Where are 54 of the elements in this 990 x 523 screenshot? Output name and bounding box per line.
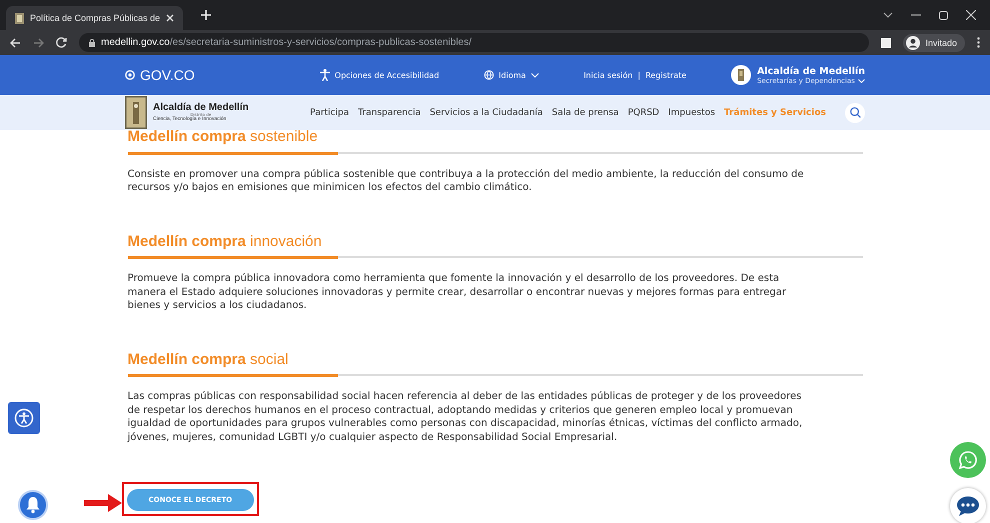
login-link[interactable]: Inicia sesión	[584, 70, 633, 80]
more-icon[interactable]	[977, 37, 980, 48]
chevron-down-icon[interactable]	[883, 12, 893, 18]
nav-link[interactable]: Sala de prensa	[552, 108, 619, 118]
tab-title: Política de Compras Públicas de	[30, 13, 160, 23]
accessibility-icon	[320, 69, 330, 81]
nav-link[interactable]: Participa	[310, 108, 349, 118]
separator-text: |	[638, 70, 640, 80]
nav-link[interactable]: Transparencia	[358, 108, 421, 118]
accessibility-link[interactable]: Opciones de Accesibilidad	[334, 70, 440, 80]
globe-icon	[484, 70, 494, 80]
phone-bubble-icon	[958, 450, 978, 470]
chevron-down-icon	[858, 78, 865, 82]
tower-logo-icon	[125, 96, 147, 129]
section-paragraph: Las compras públicas con responsabilidad social hacen referencia al deber de las entidades públicas de proteger y de los proveedores de respetar los derechos humanos en el proceso contractual, adoptando medidas y criterios que generen empleo local y promuevan igualdad de oportunidades para grupos vulnerables como personas con discapacidad, minorías étnicas, víctimas del conflicto armado, jóvenes, mujeres, comunidad LGBTI y/o cualquier aspecto de Responsabilidad Social Empresarial.	[128, 390, 804, 444]
search-button[interactable]	[845, 102, 865, 122]
section-title: Medellín compra social	[128, 350, 290, 368]
address-field[interactable]: medellin.gov.co/es/secretaria-suministros-y-servicios/compras-publicas-sostenibles/	[79, 33, 870, 52]
side-panel-icon[interactable]	[881, 38, 892, 48]
language-selector[interactable]: Idioma	[498, 70, 526, 80]
section-title: Medellín compra sostenible	[128, 128, 319, 145]
bell-icon	[25, 496, 41, 514]
browser-tab[interactable]: Política de Compras Públicas de	[6, 6, 184, 30]
user-icon	[906, 36, 920, 50]
accessibility-button[interactable]	[8, 402, 40, 434]
org-name: Alcaldía de Medellín	[757, 66, 865, 76]
chat-button[interactable]	[950, 488, 986, 523]
nav-link[interactable]: PQRSD	[628, 108, 660, 118]
forward-icon[interactable]	[33, 38, 44, 48]
accessibility-icon	[14, 408, 34, 428]
register-link[interactable]: Registrate	[645, 70, 686, 80]
reload-icon[interactable]	[56, 37, 67, 48]
notification-button[interactable]	[18, 490, 48, 520]
section-title: Medellín compra innovación	[128, 232, 323, 250]
maximize-icon[interactable]	[939, 10, 948, 20]
page-icon	[15, 12, 24, 24]
back-icon[interactable]	[10, 38, 21, 48]
plus-icon[interactable]	[201, 10, 212, 20]
search-icon	[850, 107, 860, 118]
nav-link[interactable]: Servicios a la Ciudadanía	[430, 108, 543, 118]
logo-title: Alcaldía de Medellín	[153, 102, 249, 113]
lock-icon	[89, 38, 95, 46]
section-paragraph: Consiste en promover una compra pública sostenible que contribuya a la protección del medio ambiente, la reducción del consumo de recursos y/o bajos en emisiones que minimicen los efectos del cambio climático.	[128, 168, 805, 194]
nav-link[interactable]: Impuestos	[668, 108, 716, 118]
gov-logo[interactable]: GOV.CO	[140, 67, 195, 83]
chevron-down-icon	[530, 72, 539, 78]
emblem-icon	[731, 65, 752, 85]
chat-icon	[956, 496, 980, 516]
close-icon[interactable]	[166, 14, 174, 22]
profile-button[interactable]: Invitado	[903, 34, 965, 52]
minimize-icon[interactable]	[911, 14, 921, 16]
close-icon[interactable]	[966, 10, 976, 20]
url-text: medellin.gov.co/es/secretaria-suministros-y-servicios/compras-publicas-sostenibles/	[101, 37, 472, 48]
section-paragraph: Promueve la compra pública innovadora como herramienta que fomente la innovación y el desarrollo de los proveedores. De esta manera el Estado adquiere soluciones innovadoras y permite crear, desarrollar o encontrar nuevas y mejores formas para entregar bienes y servicios a los ciudadanos.	[128, 272, 788, 312]
